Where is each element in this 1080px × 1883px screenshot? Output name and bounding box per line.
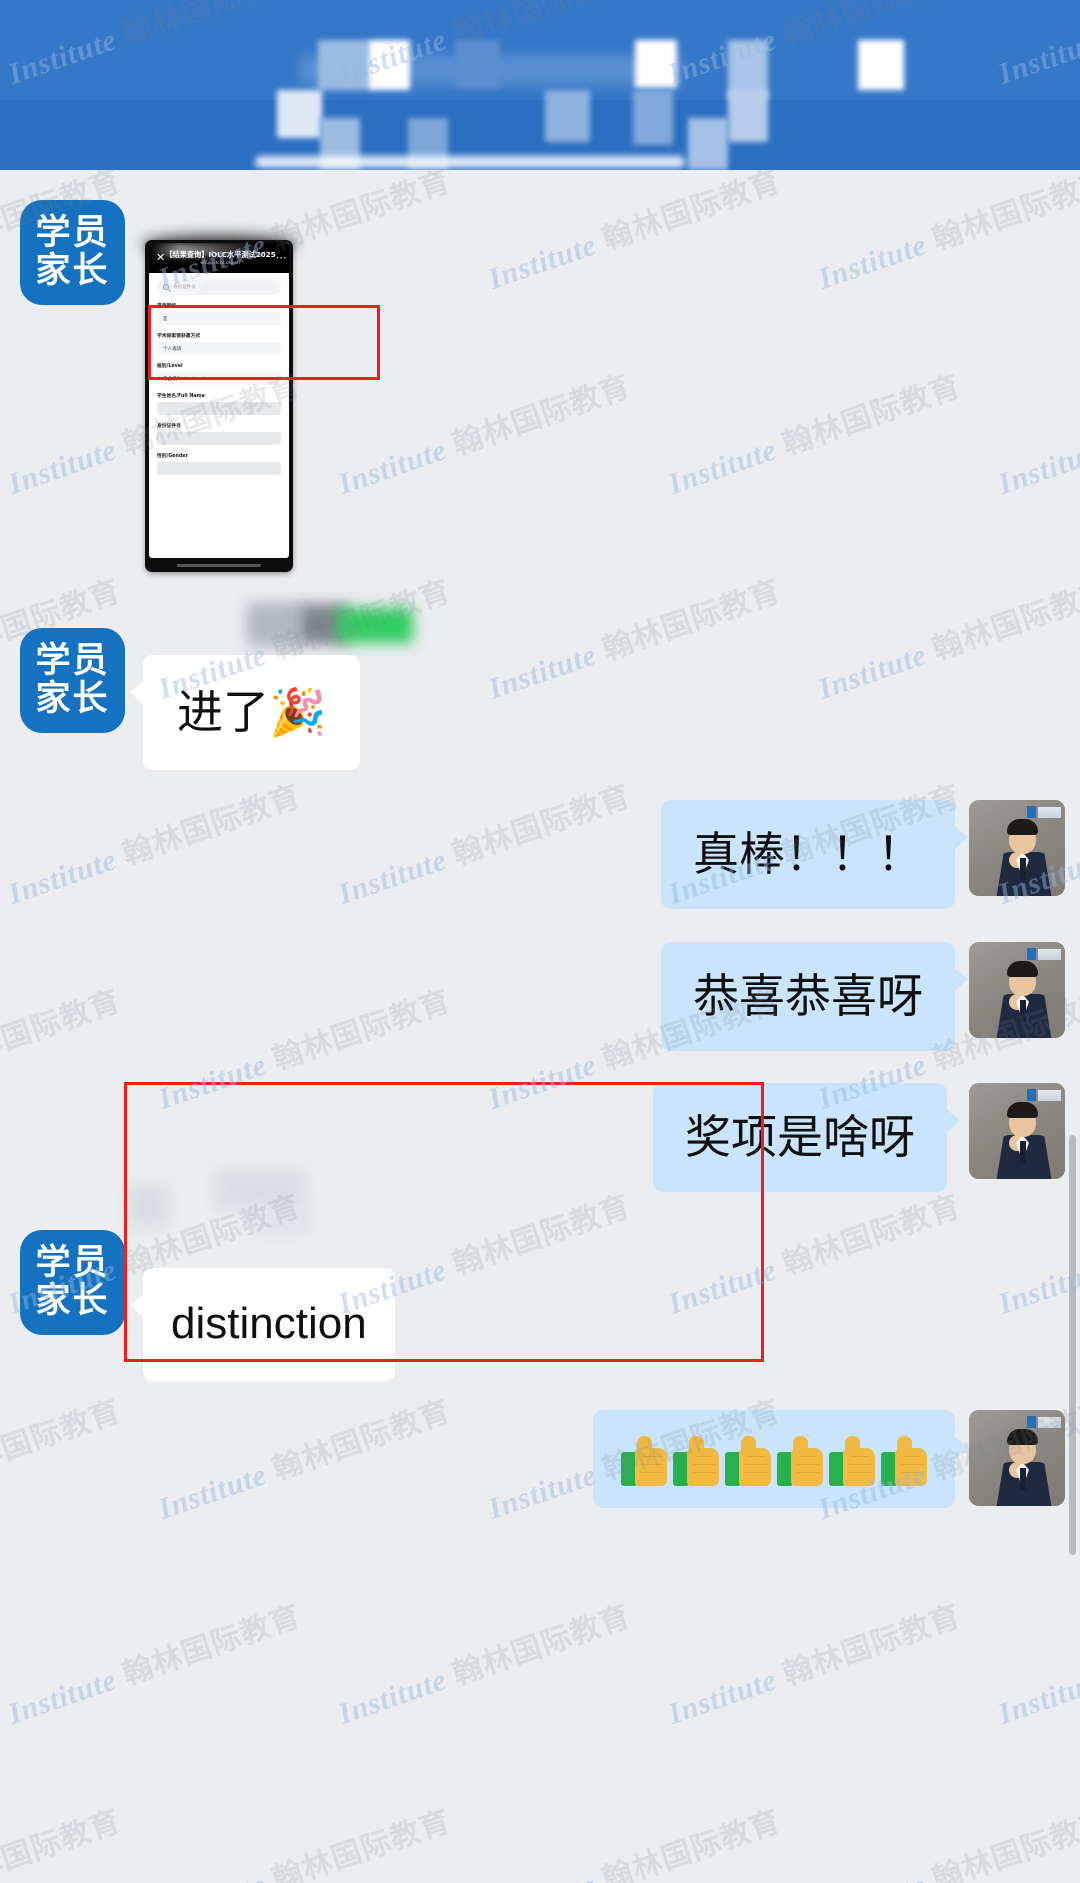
message-bubble-outgoing[interactable]: 恭喜恭喜呀 [661, 942, 968, 1052]
logo-text [1038, 948, 1061, 960]
screenshot-root: 学员 家长 ✕ 【结果查询】IOLC水平测试2025 shuju.itccc.o… [0, 0, 1080, 1883]
field-value [157, 432, 281, 445]
message-bubble-outgoing[interactable]: 奖项是啥呀 [653, 1083, 960, 1193]
thumbs-up-icon [725, 1432, 771, 1486]
field-label: 是否晋级 [157, 304, 177, 309]
avatar-watermark-logo [1027, 946, 1061, 962]
avatar-teacher[interactable] [969, 1410, 1065, 1506]
phone-form-body: 身份证件号 是否晋级 是 学术探索营获邀方式 个人邀请 级别/Level 专业级… [149, 273, 289, 475]
phone-navbar: ✕ 【结果查询】IOLC水平测试2025 shuju.itccc.org.cn … [149, 243, 289, 273]
banner-block [728, 90, 768, 142]
field-value: 是 [157, 312, 281, 325]
avatar-hair [1007, 961, 1038, 977]
avatar-hair [1007, 1102, 1038, 1118]
avatar-teacher[interactable] [969, 1083, 1065, 1179]
banner-band-upper [0, 0, 1080, 100]
form-field-gender: 性别/Gender [157, 452, 281, 475]
logo-mark-icon [1027, 1089, 1036, 1101]
avatar-parent[interactable]: 学员 家长 [20, 628, 125, 733]
message-bubble-outgoing-thumbs[interactable] [593, 1410, 968, 1508]
avatar-parent-label-line1: 学员 [35, 641, 110, 682]
form-field-full-name: 学生姓名/Full Name [157, 392, 281, 415]
avatar-tie [1020, 858, 1026, 880]
thumbs-up-icon [829, 1432, 875, 1486]
banner-block [455, 40, 500, 88]
chat-thread: 学员 家长 ✕ 【结果查询】IOLC水平测试2025 shuju.itccc.o… [0, 170, 1080, 1883]
logo-text [1038, 1089, 1061, 1101]
logo-text [1038, 1416, 1061, 1428]
thumbs-up-icon [673, 1432, 719, 1486]
navbar-glare [149, 243, 289, 257]
phone-screenshot-message[interactable]: ✕ 【结果查询】IOLC水平测试2025 shuju.itccc.org.cn … [141, 235, 297, 572]
avatar-parent-label-line2: 家长 [35, 250, 110, 291]
thumbs-up-row [621, 1432, 927, 1486]
banner-block [635, 40, 677, 88]
message-bubble-incoming[interactable]: 进了🎉 [129, 655, 361, 771]
phone-screen: ✕ 【结果查询】IOLC水平测试2025 shuju.itccc.org.cn … [149, 243, 289, 558]
form-field-invitation-method: 学术探索营获邀方式 个人邀请 [157, 332, 281, 355]
search-placeholder: 身份证件号 [173, 285, 196, 290]
redacted-block [215, 1170, 305, 1210]
field-label: 学术探索营获邀方式 [157, 334, 201, 339]
field-label: 性别/Gender [157, 454, 189, 459]
banner-block [545, 90, 590, 142]
avatar-parent-label-line1: 学员 [35, 1243, 110, 1284]
avatar-watermark-logo [1027, 1414, 1061, 1430]
avatar-watermark-logo [1027, 804, 1061, 820]
avatar-parent[interactable]: 学员 家长 [20, 1230, 125, 1335]
thumbs-up-icon [777, 1432, 823, 1486]
avatar-watermark-logo [1027, 1087, 1061, 1103]
top-banner [0, 0, 1080, 170]
message-bubble-outgoing[interactable]: 真棒！！！ [661, 800, 968, 910]
avatar-hair [1007, 1429, 1038, 1445]
vertical-scrollbar[interactable] [1069, 1135, 1076, 1555]
green-message-blob [337, 608, 413, 643]
banner-block [318, 40, 368, 90]
field-label: 学生姓名/Full Name [157, 394, 205, 399]
message-bubble-incoming[interactable]: distinction [130, 1268, 395, 1381]
field-value [157, 462, 281, 475]
field-label: 级别/Level [157, 364, 183, 369]
avatar-tie [1020, 1000, 1026, 1022]
redacted-block [248, 604, 302, 644]
thumbs-up-icon [621, 1432, 667, 1486]
avatar-parent-label-line2: 家长 [35, 678, 110, 719]
logo-text [1038, 806, 1061, 818]
banner-shelf [255, 156, 685, 168]
banner-block [633, 90, 673, 145]
avatar-teacher[interactable] [969, 800, 1065, 896]
redacted-block [128, 1185, 168, 1227]
avatar-parent[interactable]: 学员 家长 [20, 200, 125, 305]
form-field-level: 级别/Level 专业级Senior Level [157, 362, 281, 385]
avatar-parent-label-line2: 家长 [35, 1280, 110, 1321]
avatar-hair [1007, 819, 1038, 835]
search-input[interactable]: 身份证件号 [157, 279, 281, 295]
field-value: 专业级Senior Level [157, 372, 281, 385]
redacted-block [255, 1205, 310, 1235]
banner-block [277, 90, 322, 138]
field-label: 身份证件号 [157, 424, 181, 429]
search-value-redacted [201, 283, 275, 291]
logo-mark-icon [1027, 948, 1036, 960]
field-value [157, 402, 281, 415]
page-url: shuju.itccc.org.cn [201, 261, 240, 266]
field-value: 个人邀请 [157, 342, 281, 355]
phone-home-indicator [177, 564, 261, 567]
avatar-tie [1020, 1141, 1026, 1163]
banner-block [858, 40, 904, 90]
banner-block [688, 118, 728, 170]
form-field-id-number: 身份证件号 [157, 422, 281, 445]
avatar-teacher[interactable] [969, 942, 1065, 1038]
form-field-promotion: 是否晋级 是 [157, 302, 281, 325]
search-icon [163, 284, 169, 290]
avatar-parent-label-line1: 学员 [35, 213, 110, 254]
avatar-tie [1020, 1468, 1026, 1490]
logo-mark-icon [1027, 1416, 1036, 1428]
banner-block [368, 40, 410, 90]
logo-mark-icon [1027, 806, 1036, 818]
thumbs-up-icon [881, 1432, 927, 1486]
